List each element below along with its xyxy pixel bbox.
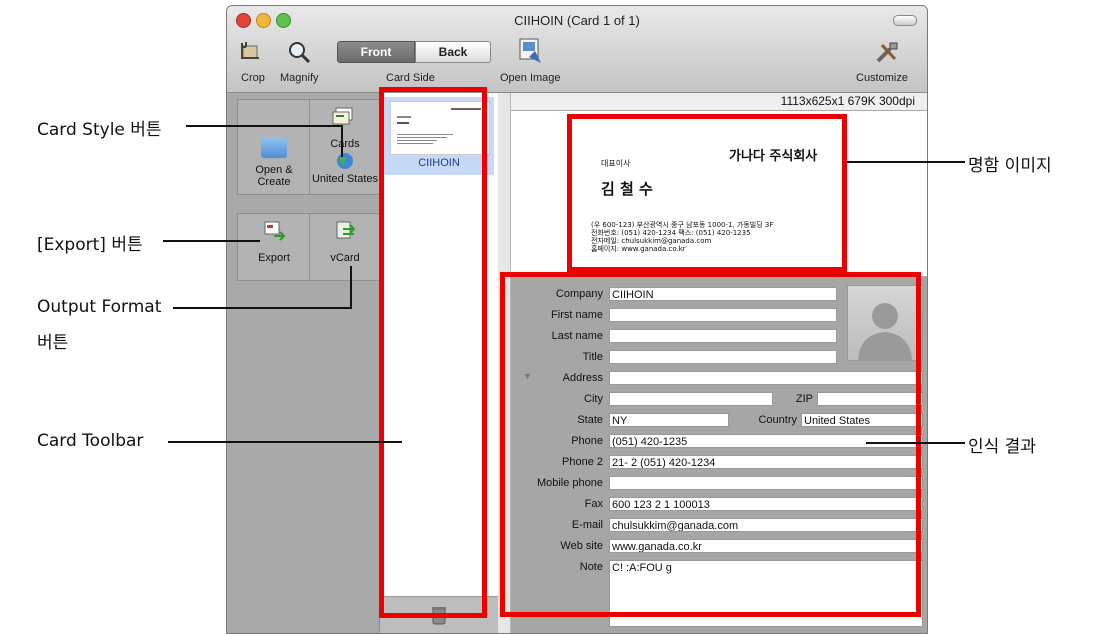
cards-icon (332, 107, 353, 125)
callout-card-image: 명함 이미지 (968, 156, 1052, 176)
output-format-button[interactable]: vCard (312, 220, 378, 276)
card-side-label: Card Side (386, 72, 435, 84)
cards-label: Cards (330, 138, 360, 150)
crop-label: Crop (241, 72, 265, 84)
toolbar-toggle-button[interactable] (893, 15, 917, 26)
callout-card-toolbar: Card Toolbar (37, 431, 144, 451)
callout-export: [Export] 버튼 (37, 235, 143, 255)
open-image-label: Open Image (500, 72, 561, 84)
open-image-button[interactable] (517, 37, 543, 67)
callout-recognition-line (866, 442, 965, 444)
callout-output-format-line (173, 307, 351, 309)
folder-icon (261, 138, 287, 158)
customize-button[interactable] (873, 39, 901, 67)
vcard-icon (336, 221, 356, 239)
recognition-result-highlight (500, 272, 921, 617)
crop-button[interactable] (239, 40, 263, 66)
export-label: Export (258, 252, 290, 264)
card-toolbar-highlight (379, 87, 487, 618)
export-icon (264, 221, 286, 241)
card-actions-group: Open & Create Cards United States (237, 99, 381, 195)
card-toolbar: Open & Create Cards United States Export… (227, 93, 381, 633)
callout-output-format-line-v (350, 266, 352, 309)
callout-export-line (163, 240, 260, 242)
callout-recognition: 인식 결과 (968, 437, 1036, 457)
globe-icon (337, 153, 353, 169)
magnify-icon (289, 42, 311, 64)
back-side-button[interactable]: Back (415, 41, 491, 63)
image-info: 1113x625x1 679K 300dpi (511, 93, 927, 110)
window-title: CIIHOIN (Card 1 of 1) (514, 13, 640, 28)
customize-label: Customize (856, 72, 908, 84)
card-style-button[interactable]: Cards (312, 104, 378, 150)
magnify-button[interactable] (287, 40, 311, 66)
export-button[interactable]: Export (240, 220, 308, 276)
open-create-button[interactable]: Open & Create (240, 130, 308, 190)
magnify-label: Magnify (280, 72, 319, 84)
callout-card-image-line (847, 161, 965, 163)
card-image-highlight (567, 114, 847, 272)
tools-icon (876, 42, 898, 63)
callout-card-toolbar-line (168, 441, 402, 443)
crop-icon (241, 42, 259, 59)
callout-output-format-2: 버튼 (37, 333, 69, 353)
open-image-icon (519, 38, 541, 63)
country-label: United States (311, 173, 379, 185)
title-toolbar: CIIHOIN (Card 1 of 1) Crop Magnify Front… (227, 6, 927, 93)
open-create-label: Open & Create (255, 164, 293, 188)
callout-output-format: Output Format (37, 297, 162, 317)
country-button[interactable]: United States (310, 152, 380, 192)
export-group: Export vCard (237, 213, 381, 281)
callout-card-style-line (186, 125, 342, 127)
callout-card-style-line-v (341, 125, 343, 157)
vcard-label: vCard (330, 252, 360, 264)
front-side-button[interactable]: Front (337, 41, 415, 63)
callout-card-style: Card Style 버튼 (37, 120, 162, 140)
